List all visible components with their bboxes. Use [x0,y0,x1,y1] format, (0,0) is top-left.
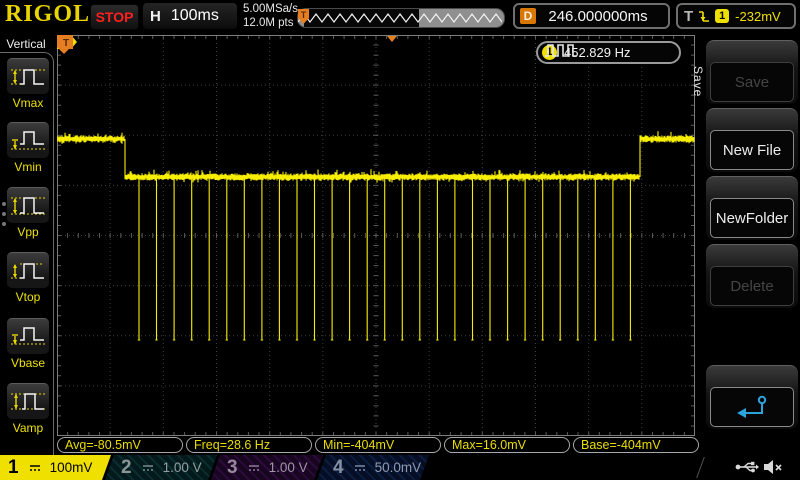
measurement-max: Max=16.0mV [444,437,570,453]
display-grid: 1 T T 1 452.829 Hz [57,35,695,436]
softkey-save[interactable]: Save [706,40,798,104]
menu-item-vamp[interactable]: Vamp [7,383,49,435]
preview-trigger-marker-icon[interactable]: T [298,9,309,24]
trigger-level-value: -232mV [735,9,781,24]
menu-item-vpp[interactable]: Vpp [7,187,49,239]
dc-coupling-icon [248,463,260,473]
softkey-new-folder[interactable]: NewFolder [706,176,798,240]
channel-3-status[interactable]: 3 1.00 V [211,455,323,480]
square-wave-icon [544,43,578,57]
preview-waveform [298,9,502,27]
menu-item-vbase[interactable]: Vbase [7,318,49,370]
measurement-avg: Avg=-80.5mV [57,437,183,453]
left-measure-menu: Vertical Vmax Vmin [0,32,56,455]
trigger-readout[interactable]: T 1 -232mV [676,3,796,29]
channel-4-status[interactable]: 4 50.0mV [317,455,429,480]
channel-status-bar: 1 100mV 2 1.00 V 3 1.00 V 4 50.0mV [0,455,800,480]
falling-edge-icon [698,9,710,24]
usb-icon [735,459,759,475]
dc-coupling-icon [354,463,366,473]
timebase-value: 100ms [171,7,219,25]
menu-page-dots [2,196,6,232]
delay-readout[interactable]: D 246.000000ms [513,3,670,29]
vmin-label: Vmin [7,160,49,174]
oscilloscope-screen: RIGOL STOP H 100ms 5.00MSa/s 12.0M pts T… [0,0,800,480]
vbase-label: Vbase [7,356,49,370]
dc-coupling-icon [142,463,154,473]
frequency-counter-badge: 1 452.829 Hz [536,41,681,64]
dc-coupling-icon [29,463,41,473]
vpp-label: Vpp [7,225,49,239]
svg-text:T: T [301,10,307,20]
trigger-source-badge: 1 [715,9,729,23]
right-soft-menu: Save Save New File NewFolder Delete [704,32,800,455]
vmax-label: Vmax [7,96,49,110]
acquisition-readout: 5.00MSa/s 12.0M pts [243,2,298,30]
vpp-button[interactable] [7,187,49,223]
menu-item-vmax[interactable]: Vmax [7,58,49,110]
svg-text:T: T [63,38,69,49]
ch1-waveform [57,35,695,436]
vamp-icon [10,389,46,415]
vmax-icon [10,64,46,90]
vtop-icon [10,258,46,284]
run-state-badge: STOP [90,4,139,30]
softkey-delete[interactable]: Delete [706,244,798,308]
softkey-back[interactable] [706,365,798,429]
measurement-freq: Freq=28.6 Hz [186,437,312,453]
measurement-base: Base=-404mV [573,437,699,453]
vmax-button[interactable] [7,58,49,94]
trigger-level-marker-icon[interactable]: T [57,35,73,49]
trigger-label: T [684,8,693,25]
vbase-button[interactable] [7,318,49,354]
waveform-preview-bar[interactable]: T [297,8,505,28]
horizontal-label: H [150,8,161,25]
top-status-bar: RIGOL STOP H 100ms 5.00MSa/s 12.0M pts T… [0,0,800,32]
channel-1-status[interactable]: 1 100mV [0,455,111,480]
vtop-button[interactable] [7,252,49,288]
softkey-new-file[interactable]: New File [706,108,798,172]
brand-logo: RIGOL [5,1,90,28]
channel-2-status[interactable]: 2 1.00 V [105,455,217,480]
menu-item-vmin[interactable]: Vmin [7,122,49,174]
delay-icon: D [520,8,536,24]
menu-tab-save: Save [691,56,705,108]
return-arrow-icon [734,393,770,421]
vtop-label: Vtop [7,290,49,304]
menu-item-vtop[interactable]: Vtop [7,252,49,304]
delay-value: 246.000000ms [548,8,655,25]
memory-depth: 12.0M pts [243,16,298,30]
vamp-label: Vamp [7,421,49,435]
vamp-button[interactable] [7,383,49,419]
horizontal-center-marker-icon [387,36,397,42]
status-divider [696,457,705,478]
measurement-min: Min=-404mV [315,437,441,453]
speaker-muted-icon [763,459,783,475]
vpp-icon [10,193,46,219]
vmin-button[interactable] [7,122,49,158]
vmin-icon [10,128,46,154]
vbase-icon [10,324,46,350]
timebase-readout[interactable]: H 100ms [143,3,237,29]
left-menu-title: Vertical [0,37,52,51]
sample-rate: 5.00MSa/s [243,2,298,16]
